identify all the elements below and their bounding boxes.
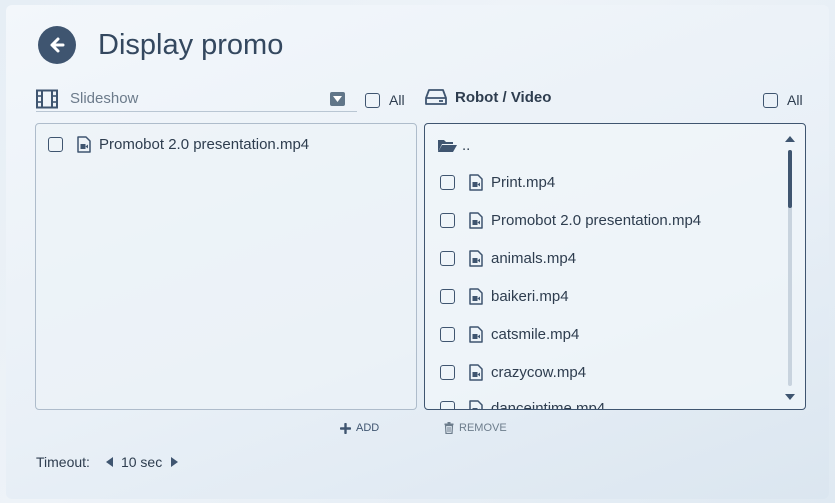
list-item[interactable]: baikeri.mp4 <box>440 285 569 307</box>
timeout-value: 10 sec <box>120 454 163 470</box>
file-name: danceintime.mp4 <box>491 399 606 410</box>
file-name: Promobot 2.0 presentation.mp4 <box>99 135 310 153</box>
add-button[interactable]: ADD <box>340 422 379 434</box>
file-checkbox[interactable] <box>440 400 455 409</box>
scroll-thumb[interactable] <box>788 150 792 208</box>
select-all-right-label: All <box>787 92 803 108</box>
file-name: Promobot 2.0 presentation.mp4 <box>491 211 702 229</box>
select-all-right-checkbox[interactable] <box>763 92 778 108</box>
video-file-icon <box>469 363 483 381</box>
list-item[interactable]: Promobot 2.0 presentation.mp4 <box>48 133 309 155</box>
video-file-icon <box>469 173 483 191</box>
back-button[interactable] <box>38 26 76 64</box>
trash-icon <box>444 422 454 434</box>
hard-drive-icon <box>425 88 447 106</box>
file-name: Print.mp4 <box>491 173 556 191</box>
timeout-control: Timeout: 10 sec <box>36 454 179 470</box>
file-checkbox[interactable] <box>48 136 63 152</box>
select-all-left[interactable]: All <box>365 92 405 108</box>
file-checkbox[interactable] <box>440 250 455 266</box>
remove-button[interactable]: REMOVE <box>444 422 507 434</box>
slideshow-label: Slideshow <box>70 90 139 107</box>
chevron-down-icon <box>333 96 342 102</box>
file-name: animals.mp4 <box>491 249 577 267</box>
video-file-icon <box>469 325 483 343</box>
select-all-right[interactable]: All <box>754 92 803 108</box>
video-file-icon <box>469 399 483 409</box>
select-all-left-label: All <box>389 92 405 108</box>
slideshow-selector[interactable]: Slideshow <box>36 86 357 112</box>
video-file-icon <box>77 135 91 153</box>
video-file-icon <box>469 287 483 305</box>
file-name: crazycow.mp4 <box>491 363 587 381</box>
folder-open-icon <box>437 138 457 153</box>
file-checkbox[interactable] <box>440 288 455 304</box>
file-name: baikeri.mp4 <box>491 287 569 305</box>
file-checkbox[interactable] <box>440 326 455 342</box>
scroll-down-icon[interactable] <box>785 394 795 400</box>
arrow-left-icon <box>50 37 65 53</box>
slideshow-dropdown-button[interactable] <box>330 92 345 106</box>
file-checkbox[interactable] <box>440 174 455 190</box>
list-item[interactable]: Promobot 2.0 presentation.mp4 <box>440 209 701 231</box>
plus-icon <box>340 422 351 434</box>
parent-directory[interactable]: .. <box>437 134 470 156</box>
select-all-left-checkbox[interactable] <box>365 92 380 108</box>
robot-video-file-list: .. Print.mp4 Promobot 2.0 presentation.m… <box>424 123 806 410</box>
slideshow-file-list: Promobot 2.0 presentation.mp4 <box>35 123 417 410</box>
scroll-up-icon[interactable] <box>785 136 795 142</box>
film-icon <box>36 89 58 109</box>
file-checkbox[interactable] <box>440 364 455 380</box>
scrollbar[interactable] <box>785 134 795 402</box>
list-item[interactable]: catsmile.mp4 <box>440 323 579 345</box>
add-button-label: ADD <box>356 422 380 434</box>
decrease-timeout-icon[interactable] <box>105 457 113 467</box>
list-item[interactable]: Print.mp4 <box>440 171 555 193</box>
list-item[interactable]: crazycow.mp4 <box>440 361 586 383</box>
robot-video-label: Robot / Video <box>455 88 552 106</box>
file-checkbox[interactable] <box>440 212 455 228</box>
page-title: Display promo <box>98 29 284 61</box>
video-file-icon <box>469 211 483 229</box>
video-file-icon <box>469 249 483 267</box>
list-item[interactable]: danceintime.mp4 <box>440 397 606 410</box>
parent-directory-label: .. <box>462 136 471 154</box>
remove-button-label: REMOVE <box>459 422 507 434</box>
timeout-label: Timeout: <box>36 454 90 470</box>
file-name: catsmile.mp4 <box>491 325 580 343</box>
increase-timeout-icon[interactable] <box>171 457 179 467</box>
robot-video-source: Robot / Video <box>425 88 551 106</box>
list-item[interactable]: animals.mp4 <box>440 247 576 269</box>
